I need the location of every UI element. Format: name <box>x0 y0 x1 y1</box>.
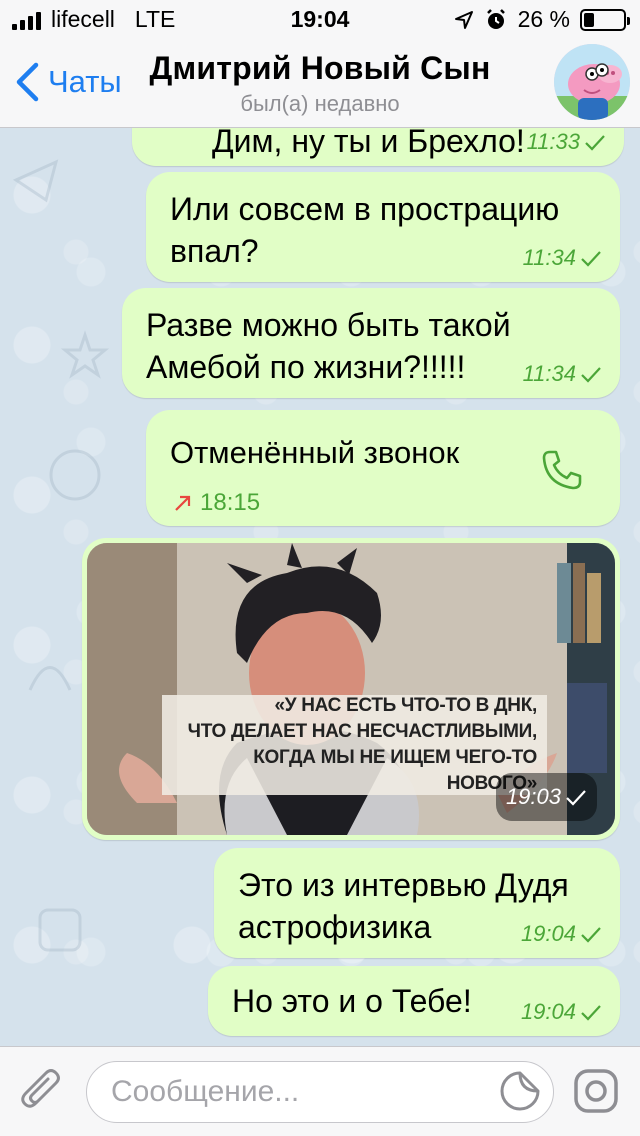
paperclip-icon <box>21 1069 60 1108</box>
message-time: 11:34 <box>522 245 576 270</box>
sticker-button[interactable] <box>498 1069 542 1118</box>
battery-icon <box>580 8 630 31</box>
sticker-icon <box>500 1071 540 1111</box>
call-back-button[interactable] <box>540 448 584 502</box>
check-icon <box>581 251 601 267</box>
message-text: Это из интервью Дудя астрофизика <box>238 867 569 945</box>
call-title: Отменённый звонок <box>170 435 460 470</box>
check-icon <box>581 927 601 943</box>
message-meta: 11:33 <box>527 130 606 154</box>
doodle-icon <box>49 449 101 501</box>
interview-photo[interactable]: «У НАС ЕСТЬ ЧТО-ТО В ДНК, ЧТО ДЕЛАЕТ НАС… <box>87 543 615 835</box>
avatar[interactable] <box>554 44 630 120</box>
message-meta: 19:03 <box>495 773 597 821</box>
check-icon <box>581 367 601 383</box>
message-time: 19:03 <box>505 784 561 809</box>
message-time: 19:04 <box>520 921 576 946</box>
battery-percent: 26 % <box>517 6 570 32</box>
message-text: Но это и о Тебе! <box>232 983 472 1019</box>
message-time: 11:33 <box>526 129 580 154</box>
back-label: Чаты <box>48 64 122 99</box>
alarm-icon <box>486 8 505 29</box>
call-message-bubble[interactable]: Отменённый звонок 18:15 <box>146 410 620 526</box>
message-meta: 19:04 <box>521 922 602 946</box>
status-bar: lifecell LTE 19:04 26 % <box>0 0 640 40</box>
caption-line: КОГДА МЫ НЕ ИЩЕМ ЧЕГО-ТО НОВОГО» <box>253 747 537 794</box>
location-icon <box>454 10 473 29</box>
message-bubble[interactable]: Это из интервью Дудя астрофизика 19:04 <box>214 848 620 958</box>
photo-caption: «У НАС ЕСТЬ ЧТО-ТО В ДНК, ЧТО ДЕЛАЕТ НАС… <box>162 695 547 795</box>
check-icon <box>581 1005 601 1021</box>
attach-button[interactable] <box>18 1067 66 1122</box>
doodle-icon <box>12 159 59 203</box>
chat-header: Чаты Дмитрий Новый Сын был(а) недавно <box>0 40 640 128</box>
message-text: Или совсем в прострацию впал? <box>170 191 560 269</box>
chat-status: был(а) недавно <box>240 91 400 116</box>
peppa-pig-avatar-icon <box>554 44 630 120</box>
message-time: 19:04 <box>520 999 576 1024</box>
message-time: 11:34 <box>522 361 576 386</box>
photo-message-bubble[interactable]: «У НАС ЕСТЬ ЧТО-ТО В ДНК, ЧТО ДЕЛАЕТ НАС… <box>82 538 620 840</box>
message-text: Разве можно быть такой Амебой по жизни?!… <box>146 307 511 385</box>
phone-icon <box>542 450 582 490</box>
camera-button[interactable] <box>572 1067 620 1120</box>
message-meta: 19:04 <box>521 1000 602 1024</box>
message-input-bar <box>0 1046 640 1136</box>
camera-icon <box>574 1069 618 1113</box>
doodle-icon <box>38 908 82 952</box>
doodle-icon <box>60 330 110 379</box>
back-button[interactable]: Чаты <box>14 62 122 102</box>
message-input[interactable] <box>86 1061 554 1123</box>
chat-title[interactable]: Дмитрий Новый Сын <box>130 50 510 87</box>
check-icon <box>566 790 586 806</box>
message-meta: 11:34 <box>523 246 602 270</box>
message-meta: 11:34 <box>523 362 602 386</box>
doodle-icon <box>28 666 72 691</box>
chevron-left-icon <box>16 62 39 102</box>
message-bubble[interactable]: Или совсем в прострацию впал? 11:34 <box>146 172 620 282</box>
arrow-up-right-icon <box>175 495 191 511</box>
caption-line: ЧТО ДЕЛАЕТ НАС НЕСЧАСТЛИВЫМИ, <box>187 721 538 742</box>
check-icon <box>585 135 605 151</box>
message-bubble[interactable]: Разве можно быть такой Амебой по жизни?!… <box>122 288 620 398</box>
message-bubble[interactable]: Но это и о Тебе! 19:04 <box>208 966 620 1036</box>
call-info: 18:15 <box>172 482 260 524</box>
call-time: 18:15 <box>200 489 261 516</box>
caption-line: «У НАС ЕСТЬ ЧТО-ТО В ДНК, <box>274 695 537 716</box>
